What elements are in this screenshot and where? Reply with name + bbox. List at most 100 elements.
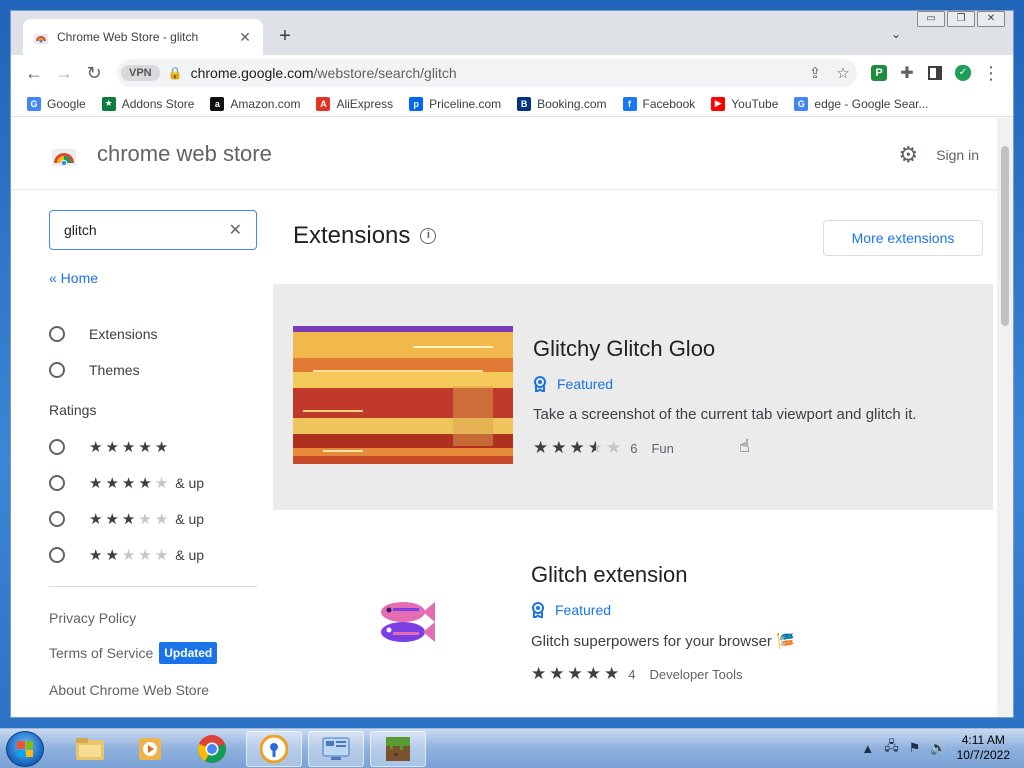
sidebar-divider [49, 586, 257, 587]
star-icon: ★ [121, 511, 137, 528]
filter-themes[interactable]: Themes [49, 362, 140, 378]
side-panel-icon[interactable] [921, 59, 949, 87]
radio-extensions[interactable] [49, 326, 65, 342]
bookmark-favicon-icon: ▶ [711, 96, 726, 111]
terms-of-service-row: Terms of Service Updated [49, 642, 218, 664]
star-icon: ★ [121, 547, 137, 564]
bookmark-label: Amazon.com [230, 96, 301, 111]
password-manager-taskbar-icon[interactable] [246, 731, 302, 767]
result-card-glitchy-glitch-gloo[interactable]: Glitchy Glitch Gloo Featured Take a scre… [273, 284, 993, 510]
bookmark-star-icon[interactable]: ☆ [829, 64, 857, 82]
back-arrow-icon[interactable]: ← [19, 58, 49, 88]
featured-label: Featured [555, 602, 612, 618]
terms-of-service-link[interactable]: Terms of Service [49, 645, 153, 661]
bookmark-item[interactable]: p Priceline.com [409, 96, 501, 111]
clock[interactable]: 4:11 AM 10/7/2022 [957, 733, 1010, 763]
restore-button[interactable]: ❐ [947, 11, 975, 27]
minimize-button[interactable]: ▭ [917, 11, 945, 27]
tab-close-icon[interactable]: ✕ [237, 29, 253, 46]
tab-chrome-web-store[interactable]: Chrome Web Store - glitch ✕ [23, 19, 263, 55]
rating-stars: ★ ★ ★ ★ ★ [531, 664, 620, 684]
result-card-glitch-extension[interactable]: Glitch extension Featured Glitch superpo… [273, 510, 993, 717]
chrome-icon [198, 735, 226, 763]
reload-icon[interactable]: ↻ [79, 58, 109, 88]
bookmark-item[interactable]: A AliExpress [316, 96, 393, 111]
sign-in-link[interactable]: Sign in [936, 147, 979, 163]
glitch-extension-thumbnail[interactable] [293, 552, 513, 690]
result-title[interactable]: Glitchy Glitch Gloo [533, 336, 715, 362]
bookmark-label: Google [47, 96, 86, 111]
file-explorer-taskbar-icon[interactable] [62, 731, 118, 767]
bookmark-item[interactable]: B Booking.com [517, 96, 607, 111]
bookmark-label: YouTube [731, 96, 779, 111]
store-title[interactable]: chrome web store [97, 141, 272, 167]
bookmark-item[interactable]: f Facebook [622, 96, 695, 111]
result-title[interactable]: Glitch extension [531, 562, 688, 588]
bookmark-favicon-icon: A [316, 96, 331, 111]
star-icon: ★ [154, 439, 170, 456]
chrome-taskbar-icon[interactable] [184, 731, 240, 767]
start-button[interactable] [6, 731, 44, 767]
minecraft-taskbar-icon[interactable] [370, 731, 426, 767]
star-icon: ★ [138, 547, 153, 564]
forward-arrow-icon[interactable]: → [49, 58, 79, 88]
rating-radio[interactable] [49, 547, 65, 563]
star-icon: ★ [121, 439, 137, 456]
action-center-flag-icon[interactable]: ⚑ [909, 740, 921, 756]
bookmark-item[interactable]: Gedge - Google Sear... [794, 96, 928, 111]
scrollbar-thumb[interactable] [1001, 146, 1009, 326]
bookmark-item[interactable]: ▶ YouTube [711, 96, 779, 111]
clear-search-icon[interactable]: ✕ [229, 220, 242, 240]
rating-filter-4[interactable]: ★ ★ ★ ★ ★ & up [49, 474, 204, 492]
rating-radio[interactable] [49, 475, 65, 491]
media-player-taskbar-icon[interactable] [122, 731, 178, 767]
page-scrollbar[interactable] [997, 118, 1013, 717]
control-panel-taskbar-icon[interactable] [308, 731, 364, 767]
featured-badge: Featured [533, 376, 613, 392]
bookmark-favicon-icon: ★ [101, 96, 116, 111]
show-hidden-icons-icon[interactable]: ▲ [861, 741, 874, 756]
share-icon[interactable]: ⇪ [801, 64, 829, 82]
glitchy-glitch-gloo-thumbnail[interactable] [293, 326, 513, 464]
tab-search-icon[interactable]: ⌄ [891, 27, 901, 41]
star-icon: ★ [154, 511, 170, 528]
about-store-link[interactable]: About Chrome Web Store [49, 682, 209, 698]
radio-themes[interactable] [49, 362, 65, 378]
gear-icon[interactable]: ⚙ [898, 142, 918, 168]
bookmark-item[interactable]: a Amazon.com [210, 96, 301, 111]
shield-extension-icon[interactable]: ✓ [949, 59, 977, 87]
network-icon[interactable]: 🖧 [884, 737, 899, 759]
rating-radio[interactable] [49, 439, 65, 455]
star-icon: ★ [138, 439, 153, 456]
folder-icon [76, 738, 104, 760]
lock-icon[interactable]: 🔒 [168, 66, 183, 80]
new-tab-button[interactable]: + [273, 25, 297, 49]
rating-filter-5[interactable]: ★ ★ ★ ★ ★ [49, 438, 169, 456]
filter-sidebar: glitch ✕ « Home Extensions Themes Rating… [11, 190, 273, 717]
star-icon: ★ [567, 664, 584, 683]
privacy-policy-link[interactable]: Privacy Policy [49, 610, 136, 626]
rating-radio[interactable] [49, 511, 65, 527]
home-link[interactable]: « Home [49, 270, 98, 286]
tab-strip: Chrome Web Store - glitch ✕ + ⌄ ▭ ❐ ✕ [11, 11, 1013, 55]
bookmark-item[interactable]: G Google [27, 96, 86, 111]
ratings-heading: Ratings [49, 402, 97, 418]
search-input[interactable]: glitch ✕ [49, 210, 257, 250]
extension-p-icon[interactable]: P [865, 59, 893, 87]
close-window-button[interactable]: ✕ [977, 11, 1005, 27]
extensions-puzzle-icon[interactable]: ✚ [893, 59, 921, 87]
chrome-web-store-logo-icon[interactable] [51, 141, 77, 167]
filter-extensions[interactable]: Extensions [49, 326, 157, 342]
address-bar[interactable]: VPN 🔒 chrome.google.com/webstore/search/… [117, 59, 857, 87]
vpn-badge[interactable]: VPN [121, 65, 160, 81]
volume-icon[interactable]: 🔊 [930, 740, 946, 756]
rating-filter-3[interactable]: ★ ★ ★ ★ ★ & up [49, 510, 204, 528]
windows-logo-icon [17, 741, 33, 757]
url-text[interactable]: chrome.google.com/webstore/search/glitch [191, 65, 801, 81]
info-icon[interactable]: i [420, 228, 437, 244]
star-icon: ★ [121, 475, 137, 492]
bookmark-item[interactable]: ★ Addons Store [101, 96, 194, 111]
menu-kebab-icon[interactable]: ⋮ [977, 59, 1005, 87]
rating-filter-2[interactable]: ★ ★ ★ ★ ★ & up [49, 546, 204, 564]
more-extensions-button[interactable]: More extensions [823, 220, 983, 256]
